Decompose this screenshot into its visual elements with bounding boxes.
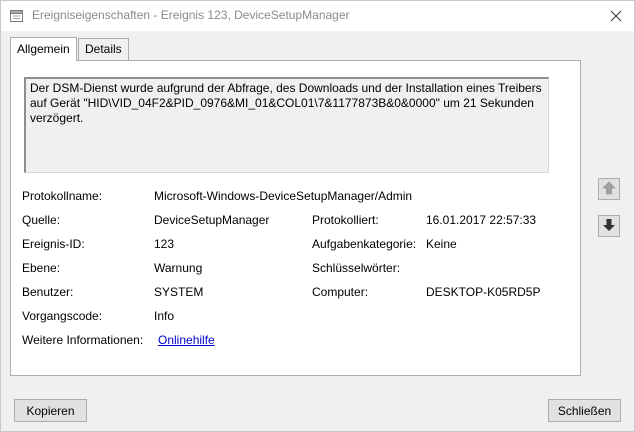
- event-description[interactable]: Der DSM-Dienst wurde aufgrund der Abfrag…: [24, 77, 549, 173]
- aufgabenkategorie-value: Keine: [426, 237, 457, 251]
- computer-value: DESKTOP-K05RD5P: [426, 285, 541, 299]
- onlinehilfe-link[interactable]: Onlinehilfe: [158, 333, 215, 348]
- vorgangscode-value: Info: [154, 309, 175, 323]
- close-button[interactable]: Schließen: [548, 399, 621, 422]
- computer-label: Computer:: [312, 285, 369, 299]
- protokollname-label: Protokollname:: [22, 189, 103, 203]
- protokolliert-value: 16.01.2017 22:57:33: [426, 213, 537, 227]
- weitere-informationen-label: Weitere Informationen:: [22, 333, 144, 347]
- benutzer-value: SYSTEM: [154, 285, 204, 299]
- aufgabenkategorie-label: Aufgabenkategorie:: [312, 237, 417, 251]
- ebene-value: Warnung: [154, 261, 203, 275]
- event-viewer-icon: [9, 8, 25, 24]
- title-bar[interactable]: Ereigniseigenschaften - Ereignis 123, De…: [1, 1, 634, 31]
- ereignis-id-value: 123: [154, 237, 175, 251]
- next-event-button[interactable]: [598, 215, 620, 237]
- ebene-label: Ebene:: [22, 261, 61, 275]
- vorgangscode-label: Vorgangscode:: [22, 309, 103, 323]
- protokolliert-label: Protokolliert:: [312, 213, 379, 227]
- close-icon[interactable]: [598, 1, 634, 31]
- event-properties-window: Ereigniseigenschaften - Ereignis 123, De…: [0, 0, 635, 432]
- window-title: Ereigniseigenschaften - Ereignis 123, De…: [32, 8, 350, 22]
- quelle-label: Quelle:: [22, 213, 61, 227]
- arrow-up-icon: [602, 181, 616, 198]
- protokollname-value: Microsoft-Windows-DeviceSetupManager/Adm…: [154, 189, 413, 203]
- ereignis-id-label: Ereignis-ID:: [22, 237, 85, 251]
- arrow-down-icon: [602, 218, 616, 235]
- previous-event-button[interactable]: [598, 178, 620, 200]
- benutzer-label: Benutzer:: [22, 285, 74, 299]
- tab-allgemein[interactable]: Allgemein: [10, 37, 77, 61]
- schluesselwoerter-label: Schlüsselwörter:: [312, 261, 401, 275]
- tab-details[interactable]: Details: [78, 38, 129, 60]
- general-panel: Der DSM-Dienst wurde aufgrund der Abfrag…: [10, 60, 581, 376]
- quelle-value: DeviceSetupManager: [154, 213, 270, 227]
- copy-button[interactable]: Kopieren: [14, 399, 87, 422]
